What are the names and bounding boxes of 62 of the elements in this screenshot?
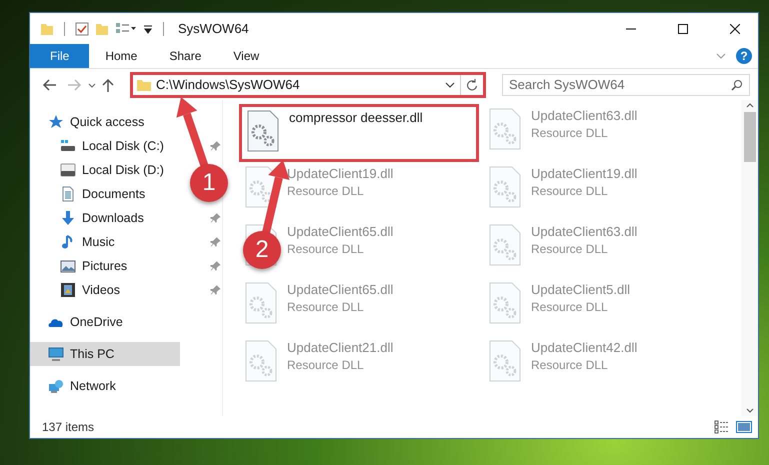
scrollbar[interactable] <box>741 100 758 416</box>
file-type: Resource DLL <box>531 242 609 256</box>
file-name[interactable]: compressor deesser.dll <box>289 110 423 125</box>
caret-icon[interactable] <box>444 80 456 90</box>
gear-file-icon <box>245 166 277 208</box>
file-type: Resource DLL <box>287 242 365 256</box>
nav-icon <box>48 114 64 130</box>
dropdown-icon[interactable] <box>143 24 153 34</box>
address-bar[interactable]: C:\Windows\SysWOW64 <box>130 72 486 98</box>
gear-file-icon <box>489 166 521 208</box>
nav-item[interactable]: Local Disk (D:) <box>30 158 180 182</box>
gear-file-icon <box>245 340 277 382</box>
ribbon-tab[interactable]: File <box>30 44 90 68</box>
nav-icon <box>60 258 76 274</box>
gear-file-icon <box>489 340 521 382</box>
nav-item[interactable]: Downloads <box>30 206 176 230</box>
details-view-icon[interactable] <box>714 420 730 434</box>
nav-icon <box>60 138 76 154</box>
file-type: Resource DLL <box>531 126 609 140</box>
properties-icon[interactable] <box>115 22 137 36</box>
ribbon-tab[interactable]: Share <box>153 44 218 68</box>
nav-icon <box>48 346 64 362</box>
ribbon-tab[interactable]: Home <box>89 44 154 68</box>
nav-item[interactable]: Local Disk (C:) <box>30 134 176 158</box>
nav-item[interactable]: Network <box>30 374 180 398</box>
nav-item[interactable]: This PC <box>30 342 180 366</box>
checklist-icon[interactable] <box>75 22 89 36</box>
nav-item[interactable]: Quick access <box>30 110 180 134</box>
search-field[interactable]: Search SysWOW64 <box>502 74 750 96</box>
scroll-thumb[interactable] <box>744 112 756 162</box>
nav-item[interactable]: Videos <box>30 278 176 302</box>
nav-item[interactable]: Documents <box>30 182 180 206</box>
nav-icon <box>60 282 76 298</box>
nav-icon <box>60 162 76 178</box>
maximize-icon <box>678 24 688 34</box>
file-type: Resource DLL <box>287 300 365 314</box>
gear-file-icon <box>245 282 277 324</box>
file-type: Resource DLL <box>287 358 365 372</box>
gear-file-icon <box>489 282 521 324</box>
file-type: Resource DLL <box>531 358 609 372</box>
nav-item[interactable]: Music <box>30 230 176 254</box>
search-icon <box>731 78 743 90</box>
item-count: 137 items <box>42 420 96 434</box>
ribbon-tab[interactable]: View <box>217 44 276 68</box>
large-icons-view-icon[interactable] <box>736 420 752 434</box>
close-icon <box>730 24 740 34</box>
gear-file-icon <box>489 224 521 266</box>
nav-item[interactable]: Pictures <box>30 254 176 278</box>
help-button[interactable]: ? <box>736 48 752 64</box>
nav-icon <box>60 186 76 202</box>
gear-file-icon <box>489 108 521 150</box>
window-title: SysWOW64 <box>178 21 250 36</box>
folder-icon <box>40 22 54 36</box>
file-type: Resource DLL <box>531 300 609 314</box>
file-type: Resource DLL <box>531 184 609 198</box>
gear-file-icon <box>247 110 279 152</box>
nav-icon <box>48 378 64 394</box>
nav-item[interactable]: OneDrive <box>30 310 180 334</box>
nav-icon <box>60 210 76 226</box>
refresh-icon[interactable] <box>466 78 478 90</box>
file-type: Resource DLL <box>287 184 365 198</box>
chevron-icon[interactable] <box>716 52 726 60</box>
